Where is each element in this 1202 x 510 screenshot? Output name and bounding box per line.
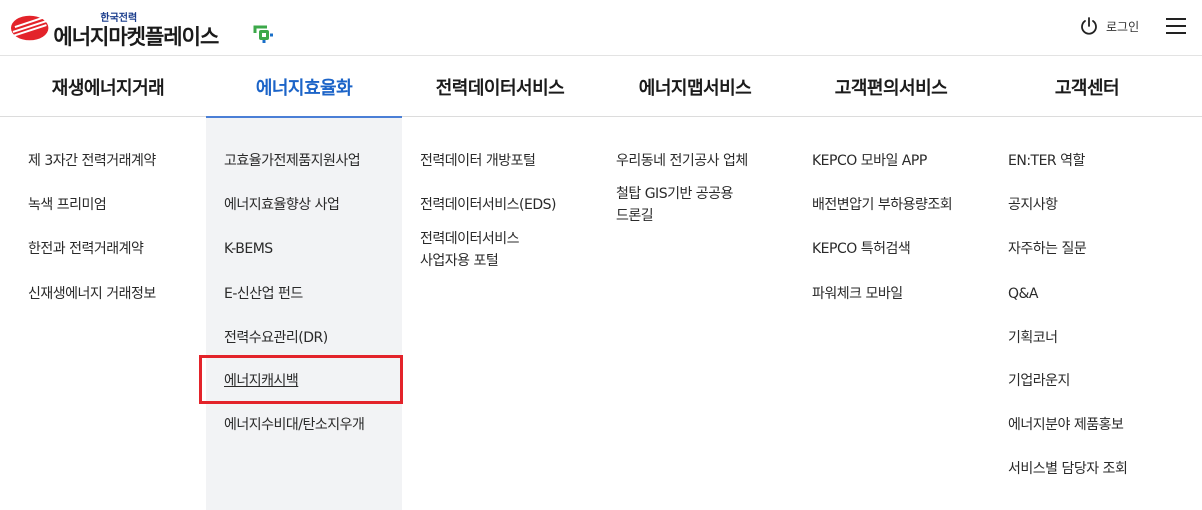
submenu-energy-product-promo[interactable]: 에너지분야 제품홍보 (1008, 415, 1124, 435)
logo-text: 한국전력 에너지마켓플레이스 (53, 8, 274, 49)
login-button[interactable]: 로그인 (1079, 16, 1139, 36)
submenu-e-new-industry-fund[interactable]: E-신산업 펀드 (224, 284, 303, 304)
submenu-third-party-contract[interactable]: 제 3자간 전력거래계약 (28, 151, 156, 171)
submenu-faq[interactable]: 자주하는 질문 (1008, 239, 1087, 259)
nav-customer-center[interactable]: 고객센터 (989, 57, 1185, 117)
nav-energy-map-service[interactable]: 에너지맵서비스 (597, 57, 793, 117)
submenu-power-data-service-line1[interactable]: 전력데이터서비스 (420, 229, 520, 249)
submenu-business-lounge[interactable]: 기업라운지 (1008, 371, 1070, 391)
hamburger-menu-icon[interactable] (1166, 18, 1186, 36)
nav-energy-efficiency[interactable]: 에너지효율화 (206, 57, 402, 118)
nav-customer-convenience[interactable]: 고객편의서비스 (793, 57, 989, 117)
submenu-kepco-mobile-app[interactable]: KEPCO 모바일 APP (812, 151, 927, 171)
site-logo[interactable]: 한국전력 에너지마켓플레이스 (10, 8, 274, 49)
kepco-logo-icon (10, 15, 49, 41)
login-label: 로그인 (1106, 19, 1140, 34)
main-nav: 재생에너지거래 에너지효율화 전력데이터서비스 에너지맵서비스 고객편의서비스 … (0, 57, 1202, 118)
submenu-kepco-contract[interactable]: 한전과 전력거래계약 (28, 239, 144, 259)
submenu-demand-response[interactable]: 전력수요관리(DR) (224, 328, 328, 348)
submenu-power-data-service-line2[interactable]: 사업자용 포털 (420, 251, 499, 271)
submenu-local-electric-contractor[interactable]: 우리동네 전기공사 업체 (616, 151, 748, 171)
plug-icon (253, 25, 274, 43)
submenu-power-data-portal[interactable]: 전력데이터 개방포털 (420, 151, 536, 171)
submenu-service-manager-lookup[interactable]: 서비스별 담당자 조회 (1008, 459, 1128, 479)
submenu-efficiency-improvement[interactable]: 에너지효율향상 사업 (224, 195, 340, 215)
submenu-enter-role[interactable]: EN:TER 역할 (1008, 151, 1085, 171)
submenu-planning-corner[interactable]: 기획코너 (1008, 328, 1058, 348)
nav-renewable-trading[interactable]: 재생에너지거래 (10, 57, 206, 117)
power-icon (1081, 17, 1097, 35)
highlight-box (199, 355, 403, 404)
submenu-qna[interactable]: Q&A (1008, 284, 1039, 304)
submenu-transformer-capacity[interactable]: 배전변압기 부하용량조회 (812, 195, 953, 215)
submenu-efficient-appliance[interactable]: 고효율가전제품지원사업 (224, 151, 361, 171)
submenu-notice[interactable]: 공지사항 (1008, 195, 1058, 215)
site-header: 한국전력 에너지마켓플레이스 로그인 (0, 0, 1202, 56)
submenu-green-premium[interactable]: 녹색 프리미엄 (28, 195, 107, 215)
logo-main-text: 에너지마켓플레이스 (53, 25, 219, 49)
submenu-tower-gis-line1[interactable]: 철탑 GIS기반 공공용 (616, 184, 733, 204)
submenu-eds[interactable]: 전력데이터서비스(EDS) (420, 195, 556, 215)
submenu-energy-guard[interactable]: 에너지수비대/탄소지우개 (224, 415, 365, 435)
submenu-renewable-trade-info[interactable]: 신재생에너지 거래정보 (28, 284, 156, 304)
submenu-kepco-patent-search[interactable]: KEPCO 특허검색 (812, 239, 911, 259)
active-column-background (206, 118, 402, 510)
submenu-k-bems[interactable]: K-BEMS (224, 239, 273, 259)
nav-power-data-service[interactable]: 전력데이터서비스 (402, 57, 598, 117)
submenu-tower-gis-line2[interactable]: 드론길 (616, 206, 654, 226)
submenu-powercheck-mobile[interactable]: 파워체크 모바일 (812, 284, 903, 304)
